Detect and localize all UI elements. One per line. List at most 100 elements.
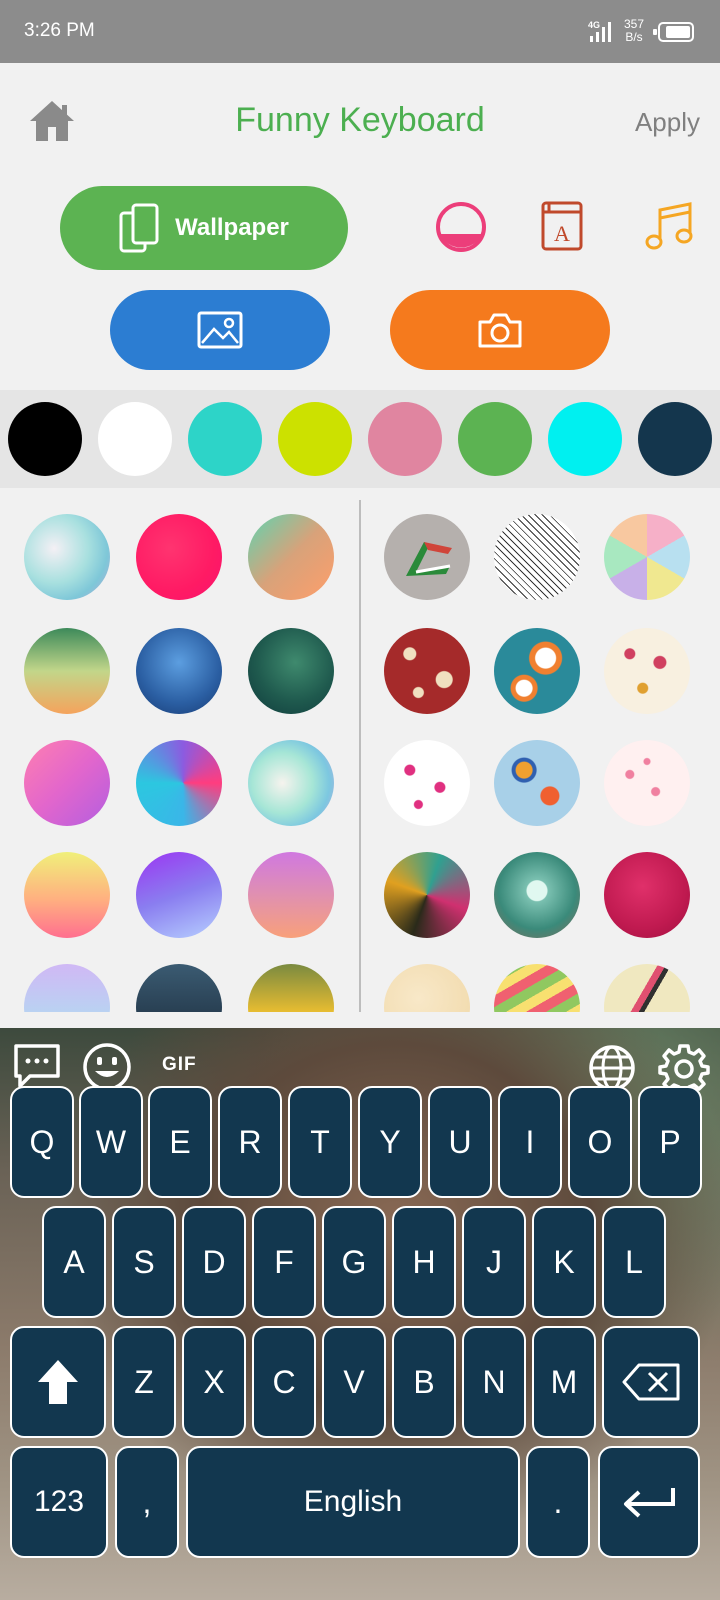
battery-icon	[653, 22, 694, 42]
wallpaper-icon	[119, 203, 159, 253]
sound-icon[interactable]	[644, 200, 694, 254]
gradient-theme[interactable]	[24, 964, 110, 1012]
keyboard: GIF Q W E R T Y U I O P A S D F G H J K …	[0, 1028, 720, 1600]
key-x[interactable]: X	[182, 1326, 246, 1438]
font-icon[interactable]: A	[540, 200, 586, 254]
wallpaper-label: Wallpaper	[175, 214, 289, 241]
grid-divider	[359, 500, 361, 1012]
color-swatch[interactable]	[98, 402, 172, 476]
key-s[interactable]: S	[112, 1206, 176, 1318]
gradient-theme[interactable]	[136, 514, 222, 600]
pattern-theme[interactable]	[384, 964, 470, 1012]
page-title: Funny Keyboard	[235, 101, 485, 139]
key-q[interactable]: Q	[10, 1086, 74, 1198]
apply-button[interactable]: Apply	[635, 107, 700, 138]
key-b[interactable]: B	[392, 1326, 456, 1438]
key-shape-icon[interactable]	[434, 200, 488, 254]
color-palette	[0, 390, 720, 488]
gradient-theme[interactable]	[136, 852, 222, 938]
key-r[interactable]: R	[218, 1086, 282, 1198]
key-m[interactable]: M	[532, 1326, 596, 1438]
key-u[interactable]: U	[428, 1086, 492, 1198]
key-o[interactable]: O	[568, 1086, 632, 1198]
key-d[interactable]: D	[182, 1206, 246, 1318]
gif-button[interactable]: GIF	[162, 1054, 197, 1076]
pattern-theme[interactable]	[604, 740, 690, 826]
gradient-theme[interactable]	[248, 740, 334, 826]
pattern-theme[interactable]	[384, 514, 470, 600]
network-type: 4G	[588, 20, 600, 30]
gradient-theme[interactable]	[24, 740, 110, 826]
shift-icon	[38, 1360, 78, 1404]
period-key[interactable]: .	[526, 1446, 590, 1558]
gradient-theme[interactable]	[248, 514, 334, 600]
globe-icon[interactable]	[588, 1044, 636, 1092]
key-j[interactable]: J	[462, 1206, 526, 1318]
gradient-theme[interactable]	[248, 852, 334, 938]
pattern-theme[interactable]	[494, 852, 580, 938]
status-time: 3:26 PM	[24, 20, 95, 41]
key-k[interactable]: K	[532, 1206, 596, 1318]
backspace-key[interactable]	[602, 1326, 700, 1438]
color-swatch[interactable]	[458, 402, 532, 476]
key-e[interactable]: E	[148, 1086, 212, 1198]
gradient-theme[interactable]	[24, 628, 110, 714]
app-header: Funny Keyboard Apply	[0, 63, 720, 183]
wallpaper-button[interactable]: Wallpaper	[60, 186, 348, 270]
gallery-button[interactable]	[110, 290, 330, 370]
pattern-theme[interactable]	[494, 514, 580, 600]
network-speed: 357 B/s	[624, 17, 645, 44]
gradient-theme[interactable]	[136, 740, 222, 826]
key-p[interactable]: P	[638, 1086, 702, 1198]
enter-key[interactable]	[598, 1446, 700, 1558]
theme-grid	[0, 488, 720, 1012]
color-swatch[interactable]	[8, 402, 82, 476]
key-i[interactable]: I	[498, 1086, 562, 1198]
key-w[interactable]: W	[79, 1086, 143, 1198]
key-n[interactable]: N	[462, 1326, 526, 1438]
gradient-theme[interactable]	[248, 964, 334, 1012]
pattern-theme[interactable]	[384, 852, 470, 938]
key-h[interactable]: H	[392, 1206, 456, 1318]
color-swatch[interactable]	[188, 402, 262, 476]
svg-text:A: A	[554, 221, 570, 246]
enter-icon	[624, 1488, 675, 1518]
color-swatch[interactable]	[278, 402, 352, 476]
pattern-theme[interactable]	[494, 628, 580, 714]
gradient-theme[interactable]	[24, 514, 110, 600]
pattern-theme[interactable]	[604, 514, 690, 600]
numbers-key[interactable]: 123	[10, 1446, 108, 1558]
key-a[interactable]: A	[42, 1206, 106, 1318]
pattern-theme[interactable]	[494, 740, 580, 826]
pattern-theme[interactable]	[384, 740, 470, 826]
gradient-theme[interactable]	[136, 628, 222, 714]
key-c[interactable]: C	[252, 1326, 316, 1438]
image-icon	[197, 311, 243, 349]
key-y[interactable]: Y	[358, 1086, 422, 1198]
key-v[interactable]: V	[322, 1326, 386, 1438]
emoji-icon[interactable]	[82, 1042, 132, 1092]
comma-key[interactable]: ,	[115, 1446, 179, 1558]
camera-button[interactable]	[390, 290, 610, 370]
shift-key[interactable]	[10, 1326, 106, 1438]
pattern-theme[interactable]	[494, 964, 580, 1012]
gradient-theme[interactable]	[248, 628, 334, 714]
chat-icon[interactable]	[12, 1042, 62, 1090]
logo-pattern	[406, 542, 452, 576]
key-g[interactable]: G	[322, 1206, 386, 1318]
pattern-theme[interactable]	[384, 628, 470, 714]
pattern-theme[interactable]	[604, 628, 690, 714]
key-t[interactable]: T	[288, 1086, 352, 1198]
key-f[interactable]: F	[252, 1206, 316, 1318]
key-l[interactable]: L	[602, 1206, 666, 1318]
pattern-theme[interactable]	[604, 964, 690, 1012]
color-swatch[interactable]	[638, 402, 712, 476]
color-swatch[interactable]	[368, 402, 442, 476]
gradient-theme[interactable]	[136, 964, 222, 1012]
pattern-theme[interactable]	[604, 852, 690, 938]
color-swatch[interactable]	[548, 402, 622, 476]
gradient-theme[interactable]	[24, 852, 110, 938]
status-bar: 3:26 PM 4G 357 B/s	[0, 0, 720, 63]
key-z[interactable]: Z	[112, 1326, 176, 1438]
space-key[interactable]: English	[186, 1446, 520, 1558]
